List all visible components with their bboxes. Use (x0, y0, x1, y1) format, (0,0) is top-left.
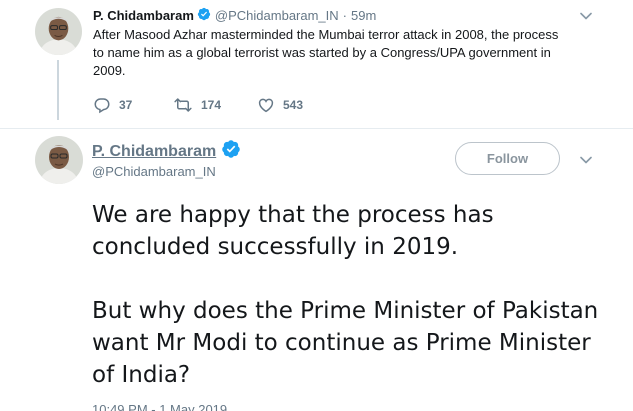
chevron-down-icon[interactable] (578, 152, 594, 168)
retweet-icon (174, 98, 192, 112)
tweet-timestamp[interactable]: 10:49 PM - 1 May 2019 (92, 402, 227, 411)
avatar-photo (35, 136, 83, 184)
previous-tweet[interactable]: P. Chidambaram @PChidambaram_IN · 59m Af… (0, 0, 633, 128)
tweet-paragraph: We are happy that the process has conclu… (92, 202, 494, 260)
author-name[interactable]: P. Chidambaram (92, 143, 216, 161)
follow-button[interactable]: Follow (455, 142, 560, 175)
thread-connector-line (57, 60, 59, 120)
author-name[interactable]: P. Chidambaram (93, 8, 194, 23)
avatar[interactable] (35, 8, 82, 55)
like-icon (258, 98, 274, 113)
chevron-down-icon[interactable] (578, 8, 594, 24)
tweet-paragraph: But why does the Prime Minister of Pakis… (92, 298, 599, 388)
reply-button[interactable]: 37 (93, 96, 173, 114)
avatar[interactable] (35, 136, 83, 184)
author-handle[interactable]: @PChidambaram_IN (215, 8, 339, 23)
verified-badge-icon (197, 7, 211, 24)
tweet-divider (0, 128, 633, 129)
tweet-header: P. Chidambaram @PChidambaram_IN · 59m (93, 6, 376, 24)
verified-badge-icon (221, 139, 241, 164)
retweet-button[interactable]: 174 (173, 96, 257, 114)
author-name-link[interactable]: P. Chidambaram (92, 139, 241, 164)
like-count: 543 (283, 98, 304, 112)
tweet-actions: 37 174 543 (93, 95, 337, 115)
author-handle[interactable]: @PChidambaram_IN (92, 164, 216, 179)
reply-icon (94, 98, 110, 114)
retweet-count: 174 (201, 98, 222, 112)
avatar-photo (35, 8, 82, 55)
like-button[interactable]: 543 (257, 96, 337, 114)
tweet-text: We are happy that the process has conclu… (92, 199, 612, 411)
separator-dot: · (342, 7, 348, 23)
reply-count: 37 (119, 98, 133, 112)
twitter-thread-view: P. Chidambaram @PChidambaram_IN · 59m Af… (0, 0, 633, 411)
tweet-timestamp[interactable]: 59m (351, 8, 376, 23)
tweet-text: After Masood Azhar masterminded the Mumb… (93, 27, 559, 78)
